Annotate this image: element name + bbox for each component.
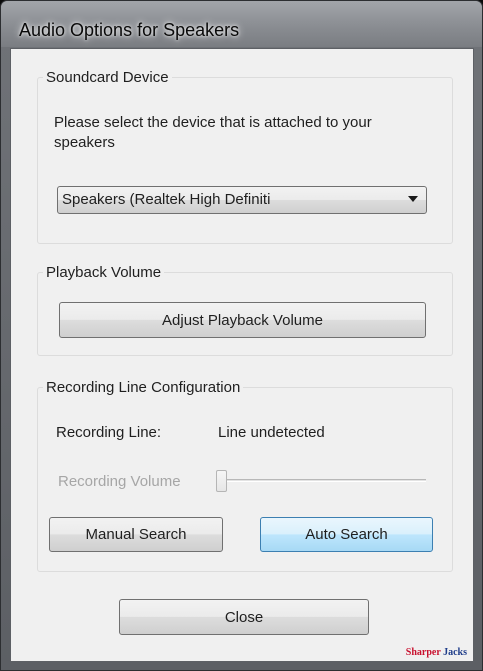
device-instructions-line1: Please select the device that is attache… <box>54 114 372 131</box>
recording-line-group-label: Recording Line Configuration <box>43 379 244 396</box>
brand-watermark: Sharper Jacks <box>406 647 467 658</box>
chevron-down-icon[interactable] <box>408 196 418 202</box>
device-select[interactable]: Speakers (Realtek High Definiti <box>57 186 427 214</box>
auto-search-button[interactable]: Auto Search <box>260 517 433 552</box>
brand-word-sharper: Sharper <box>405 647 441 658</box>
recording-volume-track <box>216 479 426 482</box>
recording-volume-thumb[interactable] <box>216 470 227 492</box>
dialog-client-area: Soundcard Device Please select the devic… <box>10 48 474 662</box>
adjust-playback-volume-button[interactable]: Adjust Playback Volume <box>59 302 426 338</box>
device-select-value: Speakers (Realtek High Definiti <box>62 191 271 208</box>
recording-line-label: Recording Line: <box>56 424 162 441</box>
device-instructions-line2: speakers <box>54 134 115 151</box>
recording-line-group: Recording Line Configuration Recording L… <box>37 379 453 572</box>
window-title: Audio Options for Speakers <box>19 20 240 40</box>
recording-volume-label: Recording Volume <box>58 473 181 490</box>
recording-volume-slider[interactable] <box>216 468 428 494</box>
manual-search-button[interactable]: Manual Search <box>49 517 223 552</box>
soundcard-device-group-label: Soundcard Device <box>43 69 172 86</box>
close-button[interactable]: Close <box>119 599 369 635</box>
playback-volume-group: Playback Volume Adjust Playback Volume <box>37 264 453 356</box>
recording-line-status: Line undetected <box>218 424 325 441</box>
soundcard-device-group: Soundcard Device Please select the devic… <box>37 69 453 244</box>
dialog-window: Audio Options for Speakers Soundcard Dev… <box>0 0 483 671</box>
brand-word-jacks: Jacks <box>443 647 467 658</box>
title-bar[interactable]: Audio Options for Speakers <box>1 1 482 47</box>
playback-volume-group-label: Playback Volume <box>43 264 165 281</box>
